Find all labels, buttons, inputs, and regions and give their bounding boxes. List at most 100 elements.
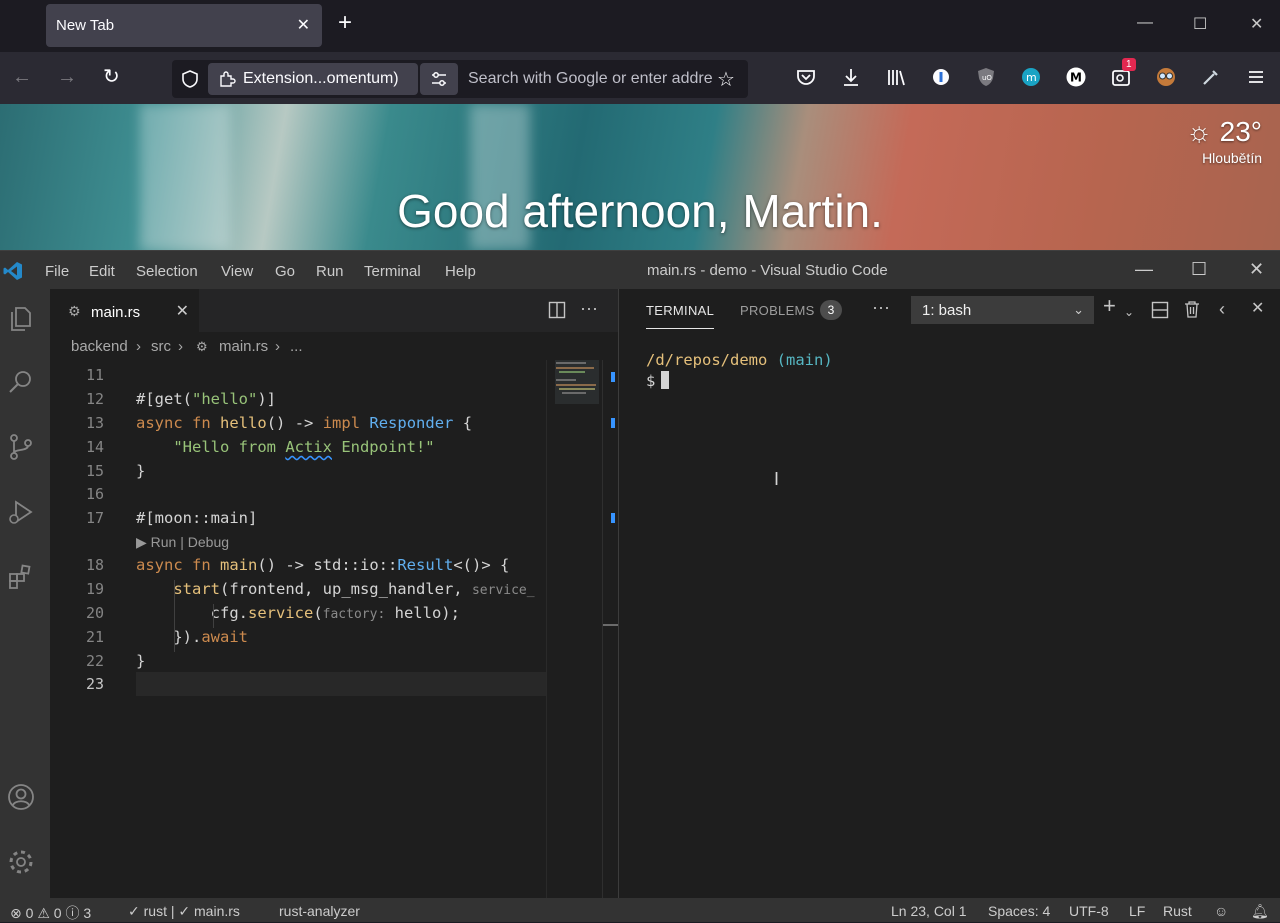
split-editor-icon[interactable] bbox=[548, 301, 566, 319]
terminal-output[interactable]: /d/repos/demo (main) $ bbox=[646, 351, 833, 390]
more-actions-icon[interactable]: ··· bbox=[580, 298, 598, 319]
problems-status[interactable]: ⊗ 0 ⚠ 0 ⓘ 3 bbox=[10, 903, 91, 923]
download-icon[interactable] bbox=[840, 66, 862, 88]
onepassword-icon[interactable] bbox=[930, 66, 952, 88]
search-icon[interactable] bbox=[5, 366, 37, 398]
search-input[interactable]: Search with Google or enter address bbox=[468, 70, 712, 88]
close-panel-icon[interactable]: ✕ bbox=[1251, 299, 1264, 319]
breadcrumb-src[interactable]: src bbox=[151, 338, 171, 355]
menu-help[interactable]: Help bbox=[445, 263, 476, 280]
breadcrumb-symbol[interactable]: ... bbox=[290, 338, 303, 355]
browser-tab-title: New Tab bbox=[56, 17, 115, 34]
feedback-icon[interactable]: ☺ bbox=[1214, 903, 1228, 919]
line-number: 17 bbox=[85, 509, 104, 527]
rust-check-status[interactable]: ✓ rust | ✓ main.rs bbox=[128, 903, 240, 920]
tab-terminal[interactable]: TERMINAL bbox=[646, 303, 714, 318]
reload-icon[interactable]: ↻ bbox=[103, 67, 120, 87]
code-editor[interactable]: #[get("hello")] async fn hello() -> impl… bbox=[136, 360, 546, 898]
line-ending[interactable]: LF bbox=[1129, 903, 1145, 919]
split-terminal-icon[interactable] bbox=[1151, 301, 1169, 319]
line-number: 21 bbox=[85, 628, 104, 646]
maximize-window-icon[interactable]: ☐ bbox=[1193, 14, 1207, 34]
breadcrumb-main-rs[interactable]: main.rs bbox=[219, 338, 268, 355]
menu-selection[interactable]: Selection bbox=[136, 263, 198, 280]
tab-main-rs[interactable]: ⚙ main.rs ✕ bbox=[50, 289, 199, 332]
terminal-select[interactable]: 1: bash ⌄ bbox=[911, 296, 1094, 324]
menu-run[interactable]: Run bbox=[316, 263, 344, 280]
bell-icon[interactable]: 🔔︎ bbox=[1251, 903, 1269, 920]
minimize-icon[interactable]: — bbox=[1135, 259, 1153, 280]
rust-analyzer-status[interactable]: rust-analyzer bbox=[279, 903, 360, 919]
check-rust-label: rust | bbox=[143, 903, 175, 919]
url-bar[interactable]: Extension...omentum) Search with Google … bbox=[172, 60, 748, 98]
svg-text:uO: uO bbox=[982, 74, 992, 82]
trash-icon[interactable] bbox=[1184, 300, 1200, 319]
code-line: cfg.service(factory: hello); bbox=[136, 604, 460, 622]
ublock-icon[interactable]: uO bbox=[975, 66, 997, 88]
menu-edit[interactable]: Edit bbox=[89, 263, 115, 280]
chevron-left-icon[interactable]: ‹ bbox=[1219, 299, 1225, 319]
source-control-icon[interactable] bbox=[5, 431, 37, 463]
menu-file[interactable]: File bbox=[45, 263, 69, 280]
settings-gear-icon[interactable] bbox=[5, 846, 37, 878]
svg-text:m: m bbox=[1026, 71, 1037, 84]
code-lens-run-debug[interactable]: ▶ Run | Debug bbox=[136, 534, 229, 551]
weather-temp: 23° bbox=[1219, 116, 1262, 147]
breadcrumb-backend[interactable]: backend bbox=[71, 338, 128, 355]
bookmark-star-icon[interactable]: ☆ bbox=[717, 67, 735, 92]
new-tab-button[interactable]: + bbox=[338, 11, 352, 35]
tab-problems[interactable]: PROBLEMS bbox=[740, 303, 815, 318]
menu-icon[interactable] bbox=[1245, 66, 1267, 88]
explorer-icon[interactable] bbox=[5, 302, 37, 334]
chevron-right-icon: › bbox=[275, 338, 280, 355]
terminal-branch: (main) bbox=[776, 351, 833, 369]
account-icon[interactable] bbox=[5, 781, 37, 813]
permissions-button[interactable] bbox=[420, 63, 458, 95]
browser-tab-strip: New Tab ✕ + — ☐ ✕ bbox=[0, 0, 1280, 52]
problems-count-badge: 3 bbox=[820, 300, 842, 320]
medium-icon[interactable]: M bbox=[1065, 66, 1087, 88]
close-icon[interactable]: ✕ bbox=[1249, 259, 1264, 280]
launch-profile-chevron-icon[interactable]: ⌄ bbox=[1124, 302, 1134, 322]
language-mode[interactable]: Rust bbox=[1163, 903, 1192, 919]
menu-view[interactable]: View bbox=[221, 263, 253, 280]
close-tab-icon[interactable]: ✕ bbox=[297, 15, 310, 35]
close-window-icon[interactable]: ✕ bbox=[1250, 14, 1263, 34]
panel-more-icon[interactable]: ··· bbox=[872, 297, 890, 317]
tab-label: main.rs bbox=[91, 304, 141, 321]
editor-tabs: ⚙ main.rs ✕ ··· bbox=[50, 289, 618, 332]
library-icon[interactable] bbox=[885, 66, 907, 88]
minimize-window-icon[interactable]: — bbox=[1137, 14, 1153, 32]
pocket-icon[interactable] bbox=[795, 66, 817, 88]
shield-icon[interactable] bbox=[180, 69, 200, 89]
zoom-extension-icon[interactable]: 1 bbox=[1110, 58, 1136, 88]
line-number: 11 bbox=[85, 366, 104, 384]
back-icon[interactable]: ← bbox=[12, 67, 32, 87]
colorpicker-icon[interactable] bbox=[1200, 66, 1222, 88]
cursor-position[interactable]: Ln 23, Col 1 bbox=[891, 903, 967, 919]
mastodon-icon[interactable]: m bbox=[1020, 66, 1042, 88]
weather-widget[interactable]: ☼ 23° Hloubětín bbox=[1186, 116, 1262, 166]
extension-identity-chip[interactable]: Extension...omentum) bbox=[208, 63, 418, 95]
new-terminal-icon[interactable]: + bbox=[1103, 295, 1116, 317]
line-number: 12 bbox=[85, 390, 104, 408]
editor-scrollbar[interactable] bbox=[602, 360, 619, 898]
chevron-down-icon: ⌄ bbox=[1073, 302, 1084, 317]
minimap[interactable] bbox=[546, 360, 602, 898]
line-number: 14 bbox=[85, 438, 104, 456]
permissions-icon bbox=[432, 72, 446, 86]
indentation[interactable]: Spaces: 4 bbox=[988, 903, 1050, 919]
owl-extension-icon[interactable] bbox=[1155, 66, 1177, 88]
forward-icon[interactable]: → bbox=[57, 67, 77, 87]
vscode-window: File Edit Selection View Go Run Terminal… bbox=[0, 250, 1280, 922]
terminal-panel: TERMINAL PROBLEMS 3 ··· 1: bash ⌄ + ⌄ ‹ … bbox=[618, 289, 1280, 898]
menu-terminal[interactable]: Terminal bbox=[364, 263, 421, 280]
error-icon: ⊗ bbox=[10, 905, 22, 921]
maximize-icon[interactable]: ☐ bbox=[1191, 259, 1207, 280]
extensions-icon[interactable] bbox=[5, 561, 37, 593]
menu-go[interactable]: Go bbox=[275, 263, 295, 280]
browser-tab-new-tab[interactable]: New Tab ✕ bbox=[46, 4, 322, 47]
encoding[interactable]: UTF-8 bbox=[1069, 903, 1109, 919]
close-tab-icon[interactable]: ✕ bbox=[176, 301, 189, 321]
run-debug-icon[interactable] bbox=[5, 496, 37, 528]
